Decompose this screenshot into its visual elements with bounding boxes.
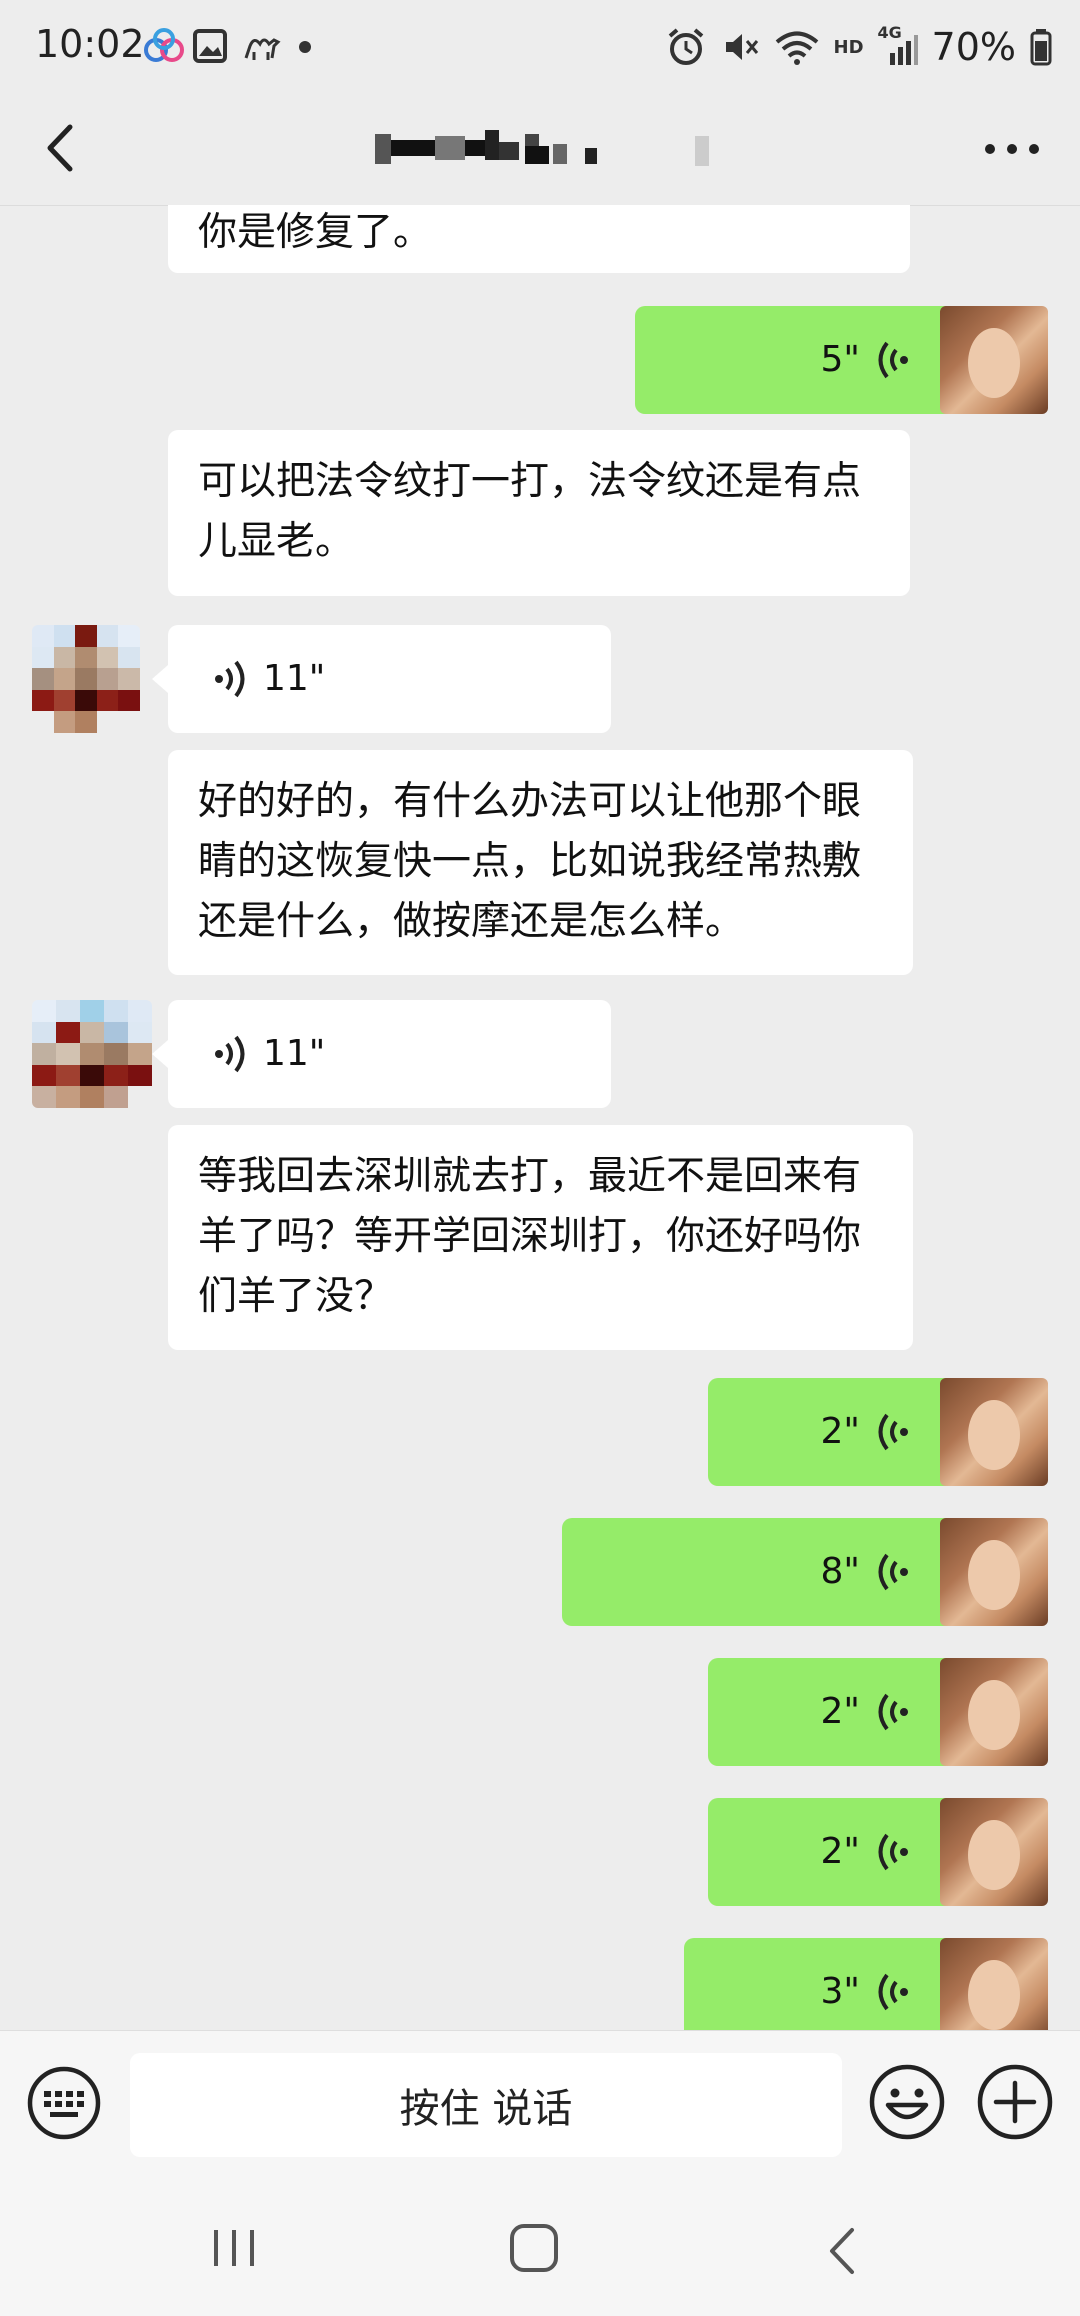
voice-wave-icon [215, 1035, 245, 1073]
hold-to-talk-button[interactable]: 按住 说话 [130, 2053, 842, 2157]
wifi-icon [775, 31, 818, 65]
hd-label: HD [833, 36, 864, 58]
signal-icon [889, 35, 918, 65]
keyboard-toggle-icon[interactable] [26, 2065, 102, 2141]
my-avatar[interactable] [940, 1378, 1048, 1486]
chat-header [0, 95, 1080, 206]
voice-wave-icon [878, 1833, 908, 1871]
home-icon[interactable] [508, 2222, 560, 2274]
voice-duration: 2" [820, 1831, 860, 1872]
battery-icon [1030, 29, 1052, 66]
gallery-icon [193, 29, 227, 63]
mute-icon [725, 34, 758, 60]
voice-message-bubble[interactable]: 3" [684, 1938, 974, 2030]
status-bar: 10:02 HD 4G 70% [0, 0, 1080, 95]
chat-title-pixelated [375, 130, 709, 166]
alarm-icon [668, 28, 703, 65]
voice-duration: 11" [263, 1033, 326, 1074]
emoji-icon[interactable] [868, 2063, 946, 2141]
my-avatar[interactable] [940, 1658, 1048, 1766]
system-nav-bar [0, 2178, 1080, 2316]
status-time: 10:02 [35, 22, 145, 66]
voice-duration: 5" [820, 339, 860, 380]
recent-apps-icon[interactable] [210, 2226, 258, 2270]
voice-message-bubble[interactable]: 2" [708, 1658, 974, 1766]
voice-duration: 3" [820, 1971, 860, 2012]
my-avatar[interactable] [940, 306, 1048, 414]
voice-message-bubble[interactable]: 11" [152, 625, 611, 733]
voice-wave-icon [878, 1553, 908, 1591]
message-bubble-text[interactable]: 好的好的，有什么办法可以让他那个眼睛的这恢复快一点，比如说我经常热敷还是什么，做… [168, 750, 913, 975]
bubble-tail [152, 1040, 168, 1068]
nav-back-icon[interactable] [822, 2226, 862, 2276]
voice-wave-icon [878, 1693, 908, 1731]
input-bar: 按住 说话 [0, 2030, 1080, 2179]
message-bubble-text[interactable]: 可以把法令纹打一打，法令纹还是有点儿显老。 [168, 430, 910, 596]
message-bubble-text[interactable]: 你是修复了。 [168, 205, 910, 273]
message-list[interactable]: 你是修复了。 5" 可以把法令纹打一打，法令纹还是有点儿显老。 11" 好的好的… [0, 205, 1080, 2030]
my-avatar[interactable] [940, 1938, 1048, 2030]
bubble-tail [152, 665, 168, 693]
notification-dot-icon [299, 41, 311, 53]
voice-duration: 2" [820, 1411, 860, 1452]
battery-percent: 70% [931, 25, 1016, 69]
add-attachment-icon[interactable] [976, 2063, 1054, 2141]
message-text: 你是修复了。 [198, 210, 433, 255]
voice-message-bubble[interactable]: 11" [152, 1000, 611, 1108]
voice-wave-icon [215, 660, 245, 698]
voice-duration: 8" [820, 1551, 860, 1592]
voice-wave-icon [878, 341, 908, 379]
camel-icon [244, 38, 281, 60]
voice-duration: 11" [263, 658, 326, 699]
more-options-icon[interactable] [972, 119, 1052, 179]
voice-message-bubble[interactable]: 2" [708, 1798, 974, 1906]
voice-message-bubble[interactable]: 8" [562, 1518, 974, 1626]
voice-message-bubble[interactable]: 2" [708, 1378, 974, 1486]
my-avatar[interactable] [940, 1518, 1048, 1626]
voice-duration: 2" [820, 1691, 860, 1732]
contact-avatar[interactable] [32, 1000, 152, 1108]
cloud-app-icon [144, 28, 184, 62]
cell-signal: 4G [878, 23, 918, 67]
message-text: 可以把法令纹打一打，法令纹还是有点儿显老。 [198, 459, 862, 564]
message-text: 好的好的，有什么办法可以让他那个眼睛的这恢复快一点，比如说我经常热敷还是什么，做… [198, 779, 862, 944]
message-bubble-text[interactable]: 等我回去深圳就去打，最近不是回来有羊了吗？等开学回深圳打，你还好吗你们羊了没？ [168, 1125, 913, 1350]
voice-message-bubble[interactable]: 5" [635, 306, 974, 414]
back-chevron-icon[interactable] [28, 113, 98, 183]
voice-wave-icon [878, 1413, 908, 1451]
voice-wave-icon [878, 1973, 908, 2011]
message-text: 等我回去深圳就去打，最近不是回来有羊了吗？等开学回深圳打，你还好吗你们羊了没？ [198, 1154, 862, 1319]
my-avatar[interactable] [940, 1798, 1048, 1906]
contact-avatar[interactable] [32, 625, 140, 733]
